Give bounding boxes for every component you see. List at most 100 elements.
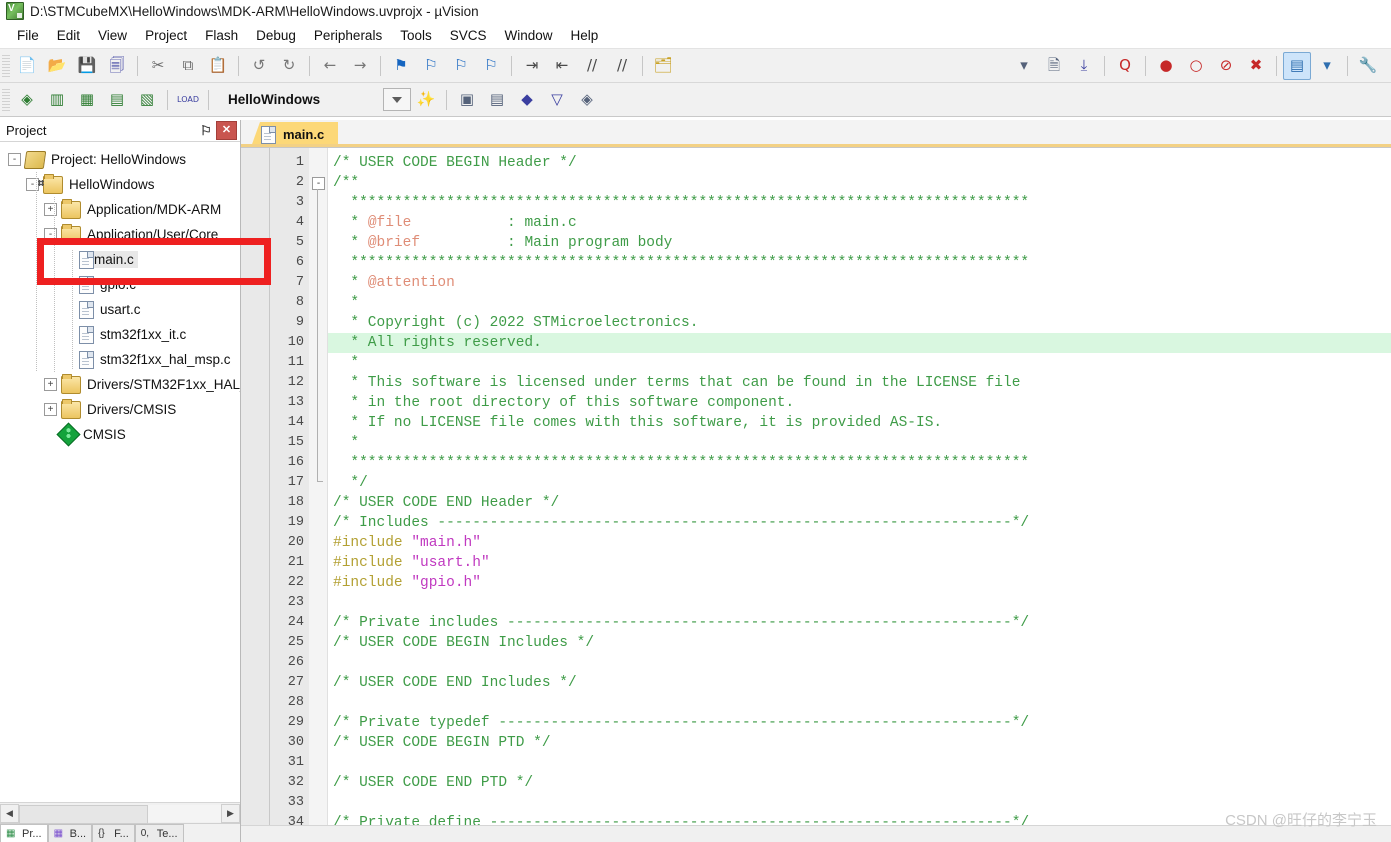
code-line[interactable]: /* USER CODE END Includes */ (328, 673, 1391, 693)
cut-icon[interactable]: ✂ (144, 52, 172, 80)
bookmark-clear-icon[interactable]: ⚐ (477, 52, 505, 80)
bookmark-next-icon[interactable]: ⚐ (447, 52, 475, 80)
code-line[interactable]: /* Private typedef ---------------------… (328, 713, 1391, 733)
code-line[interactable]: /* Private includes --------------------… (328, 613, 1391, 633)
code-line[interactable] (328, 693, 1391, 713)
target-select-value[interactable]: HelloWindows (220, 89, 383, 110)
translate-file-icon[interactable]: ◈ (13, 86, 41, 114)
select-software-packs-icon[interactable]: ▽ (543, 86, 571, 114)
tab-project[interactable]: ▦ Pr... (0, 824, 48, 842)
menu-item-peripherals[interactable]: Peripherals (305, 25, 391, 46)
code-line[interactable] (328, 753, 1391, 773)
code-line[interactable]: #include "gpio.h" (328, 573, 1391, 593)
stop-build-icon[interactable]: ▧ (133, 86, 161, 114)
navigate-back-icon[interactable]: ← (316, 52, 344, 80)
configuration-wizard-icon[interactable]: 🗂 (649, 52, 677, 80)
tab-functions[interactable]: {} F... (92, 824, 135, 842)
collapse-icon[interactable]: - (8, 153, 21, 166)
scroll-right-arrow[interactable]: ▶ (221, 803, 240, 823)
code-line[interactable]: /* USER CODE BEGIN Includes */ (328, 633, 1391, 653)
toolbar-grip[interactable] (2, 54, 10, 77)
new-file-icon[interactable]: 📄 (13, 52, 41, 80)
start-debug-session-icon[interactable]: Q (1111, 52, 1139, 80)
code-line[interactable]: * If no LICENSE file comes with this sof… (328, 413, 1391, 433)
code-line[interactable]: * All rights reserved. (328, 333, 1391, 353)
fold-collapse-button[interactable]: - (312, 177, 325, 190)
close-panel-button[interactable]: ✕ (216, 121, 237, 140)
menu-item-edit[interactable]: Edit (48, 25, 89, 46)
tab-templates[interactable]: 0, Te... (134, 824, 184, 842)
code-folding-column[interactable]: - (309, 148, 328, 825)
expand-icon[interactable]: + (44, 203, 57, 216)
scroll-thumb[interactable] (19, 804, 149, 824)
menu-item-view[interactable]: View (89, 25, 136, 46)
code-line[interactable]: ****************************************… (328, 253, 1391, 273)
pack-installer-icon[interactable]: ◆ (513, 86, 541, 114)
menu-item-project[interactable]: Project (136, 25, 196, 46)
target-options-dropdown-icon[interactable]: ▾ (1010, 52, 1038, 80)
tree-item-cmsis[interactable]: CMSIS (0, 422, 240, 447)
menu-item-svcs[interactable]: SVCS (441, 25, 496, 46)
pin-panel-button[interactable]: ⚐ (196, 121, 216, 140)
code-line[interactable]: */ (328, 473, 1391, 493)
code-line[interactable]: #include "main.h" (328, 533, 1391, 553)
code-line[interactable]: * This software is licensed under terms … (328, 373, 1391, 393)
source-code[interactable]: /* USER CODE BEGIN Header *//** ********… (328, 148, 1391, 825)
code-line[interactable]: * Copyright (c) 2022 STMicroelectronics. (328, 313, 1391, 333)
code-line[interactable]: ****************************************… (328, 193, 1391, 213)
code-line[interactable]: * in the root directory of this software… (328, 393, 1391, 413)
kill-all-breakpoints-icon[interactable]: ✖ (1242, 52, 1270, 80)
tree-item-drivers-cmsis[interactable]: + Drivers/CMSIS (0, 397, 240, 422)
code-line[interactable] (328, 593, 1391, 613)
code-line[interactable]: /* USER CODE END Header */ (328, 493, 1391, 513)
expand-icon[interactable]: + (44, 378, 57, 391)
uncomment-block-icon[interactable]: // (608, 52, 636, 80)
download-icon[interactable]: LOAD (174, 86, 202, 114)
indent-decrease-icon[interactable]: ⇤ (548, 52, 576, 80)
manage-windows-dropdown-icon[interactable]: ▾ (1313, 52, 1341, 80)
insert-breakpoint-icon[interactable]: ● (1152, 52, 1180, 80)
manage-project-items-icon[interactable]: ▣ (453, 86, 481, 114)
download-to-flash-icon[interactable]: ⤓ (1070, 52, 1098, 80)
code-line[interactable] (328, 653, 1391, 673)
redo-icon[interactable]: ↻ (275, 52, 303, 80)
code-line[interactable]: * (328, 353, 1391, 373)
menu-item-tools[interactable]: Tools (391, 25, 441, 46)
collapse-icon[interactable]: - (44, 228, 57, 241)
indent-increase-icon[interactable]: ⇥ (518, 52, 546, 80)
code-line[interactable]: * (328, 433, 1391, 453)
paste-icon[interactable]: 📋 (204, 52, 232, 80)
menu-item-help[interactable]: Help (562, 25, 608, 46)
code-line[interactable]: /* USER CODE END PTD */ (328, 773, 1391, 793)
comment-block-icon[interactable]: // (578, 52, 606, 80)
target-options-icon[interactable]: 🗎 (1040, 52, 1068, 80)
copy-icon[interactable]: ⧉ (174, 52, 202, 80)
menu-item-flash[interactable]: Flash (196, 25, 247, 46)
code-line[interactable]: /* USER CODE BEGIN Header */ (328, 153, 1391, 173)
bookmark-prev-icon[interactable]: ⚐ (417, 52, 445, 80)
target-options-wizard-icon[interactable]: ✨ (412, 86, 440, 114)
save-all-icon[interactable]: 🗐 (103, 52, 131, 80)
bookmark-toggle-icon[interactable]: ⚑ (387, 52, 415, 80)
open-file-icon[interactable]: 📂 (43, 52, 71, 80)
disable-breakpoint-icon[interactable]: ⊘ (1212, 52, 1240, 80)
scroll-track[interactable] (19, 804, 221, 824)
scroll-left-arrow[interactable]: ◀ (0, 803, 19, 823)
code-line[interactable]: /** (328, 173, 1391, 193)
save-icon[interactable]: 💾 (73, 52, 101, 80)
menu-item-window[interactable]: Window (495, 25, 561, 46)
manage-multi-project-icon[interactable]: ▤ (483, 86, 511, 114)
code-line[interactable]: ****************************************… (328, 453, 1391, 473)
menu-item-file[interactable]: File (8, 25, 48, 46)
menu-item-debug[interactable]: Debug (247, 25, 305, 46)
batch-build-icon[interactable]: ▤ (103, 86, 131, 114)
code-line[interactable]: /* Includes ----------------------------… (328, 513, 1391, 533)
project-tree[interactable]: - Project: HelloWindows - HelloWindows + Appl… (0, 142, 240, 802)
code-line[interactable]: /* USER CODE BEGIN PTD */ (328, 733, 1391, 753)
tree-item-drivers-stm32f1xx-hal-driver[interactable]: + Drivers/STM32F1xx_HAL_Driver (0, 372, 240, 397)
manage-windows-icon[interactable]: ▤ (1283, 51, 1311, 80)
kill-breakpoint-icon[interactable]: ○ (1182, 52, 1210, 80)
manage-run-time-env-icon[interactable]: ◈ (573, 86, 601, 114)
code-line[interactable]: #include "usart.h" (328, 553, 1391, 573)
tab-books[interactable]: ▦ B... (47, 824, 93, 842)
